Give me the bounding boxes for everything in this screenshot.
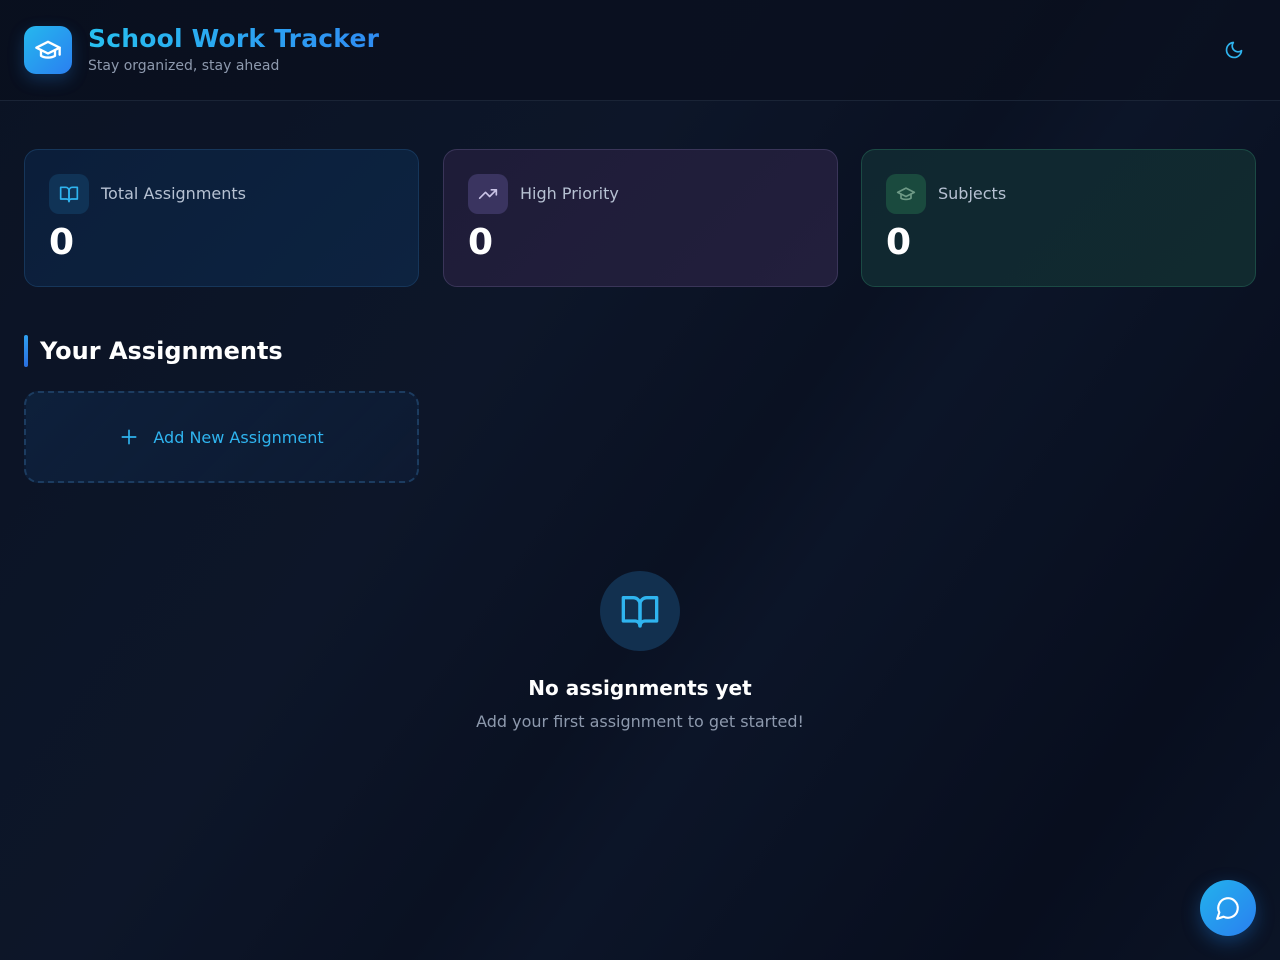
- stat-label: High Priority: [520, 184, 619, 203]
- section-accent-bar: [24, 335, 28, 367]
- app-title: School Work Tracker: [88, 24, 380, 53]
- add-assignment-label: Add New Assignment: [153, 427, 324, 447]
- app-header: School Work Tracker Stay organized, stay…: [0, 0, 1280, 101]
- theme-toggle-button[interactable]: [1214, 30, 1254, 70]
- stat-value: 0: [886, 222, 912, 263]
- stat-label: Total Assignments: [101, 184, 246, 203]
- chat-bubble-icon: [1216, 897, 1239, 920]
- book-open-icon: [621, 596, 659, 628]
- stat-icon-box: [468, 174, 508, 214]
- empty-state-title: No assignments yet: [528, 676, 752, 700]
- empty-state-icon-circle: [600, 571, 680, 651]
- stat-icon-box: [886, 174, 926, 214]
- book-open-icon: [59, 186, 79, 203]
- empty-state-subtitle: Add your first assignment to get started…: [476, 712, 804, 731]
- stat-value: 0: [468, 222, 494, 263]
- stat-icon-box: [49, 174, 89, 214]
- stat-card-total-assignments: Total Assignments 0: [24, 149, 419, 287]
- chat-button[interactable]: [1200, 880, 1256, 936]
- stat-card-high-priority: High Priority 0: [443, 149, 838, 287]
- graduation-cap-icon: [896, 187, 916, 201]
- add-assignment-button[interactable]: Add New Assignment: [24, 391, 419, 483]
- graduation-cap-icon: [35, 40, 61, 59]
- plus-icon: [121, 429, 137, 445]
- section-title: Your Assignments: [40, 337, 283, 365]
- app-subtitle: Stay organized, stay ahead: [88, 58, 280, 74]
- app-logo: [24, 26, 72, 74]
- trending-up-icon: [478, 189, 498, 199]
- stat-card-subjects: Subjects 0: [861, 149, 1256, 287]
- moon-icon: [1225, 41, 1243, 59]
- stat-value: 0: [49, 222, 75, 263]
- stat-label: Subjects: [938, 184, 1007, 203]
